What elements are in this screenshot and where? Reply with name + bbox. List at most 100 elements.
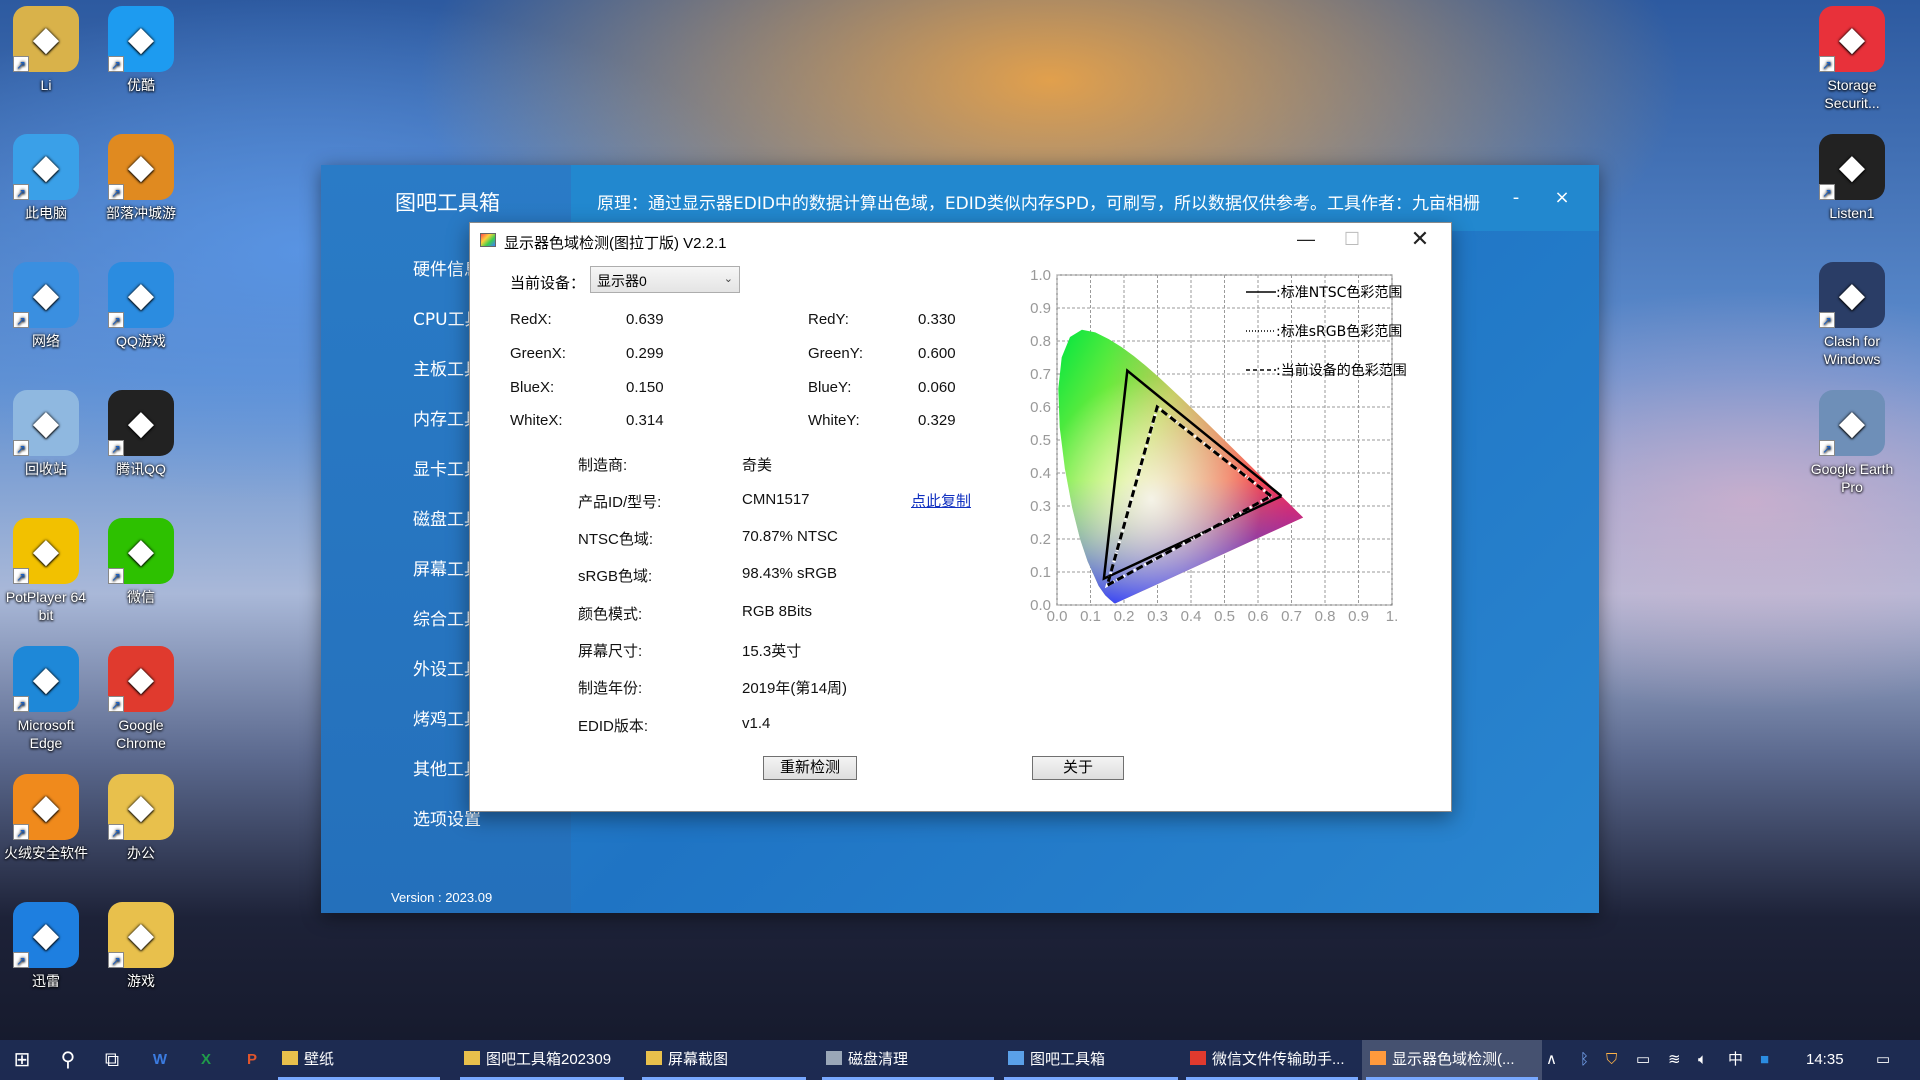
dialog-titlebar[interactable]: 显示器色域检测(图拉丁版) V2.2.1 — ☐ ✕ [470, 223, 1451, 259]
taskbar-task[interactable]: 磁盘清理 [818, 1040, 998, 1080]
desktop-icon-qq[interactable]: ◆ ↗ 腾讯QQ [95, 390, 187, 478]
desktop-icon-label: 部落冲城游 [106, 205, 176, 221]
y-tick-label: 0.2 [1030, 531, 1051, 548]
y-tick-label: 0.5 [1030, 432, 1051, 449]
desktop-icon-potplayer[interactable]: ◆ ↗ PotPlayer 64 bit [0, 518, 92, 624]
desktop-icon-label: 优酷 [127, 77, 155, 93]
volume-icon[interactable]: 🔈︎ [1698, 1040, 1707, 1080]
color-mode-value: RGB 8Bits [742, 603, 813, 620]
desktop-icon-chrome[interactable]: ◆ ↗ Google Chrome [95, 646, 187, 752]
desktop-icon-computer[interactable]: ◆ ↗ 此电脑 [0, 134, 92, 222]
y-tick-label: 0.7 [1030, 366, 1051, 383]
blue-y-value: 0.060 [918, 379, 956, 396]
desktop-icon-wechat[interactable]: ◆ ↗ 微信 [95, 518, 187, 606]
y-tick-label: 0.4 [1030, 465, 1051, 482]
chevron-down-icon: ⌄ [723, 273, 733, 285]
bluetooth-icon[interactable]: ᛒ [1580, 1040, 1589, 1080]
shortcut-arrow-icon: ↗ [13, 312, 29, 328]
desktop-icon-storage-security[interactable]: ◆ ↗ Storage Securit... [1806, 6, 1898, 112]
legend-label: :标准NTSC色彩范围 [1276, 284, 1402, 301]
desktop-icon-google-earth[interactable]: ◆ ↗ Google Earth Pro [1806, 390, 1898, 496]
desktop-icon-label: PotPlayer 64 bit [5, 589, 87, 623]
desktop-icon-label: 迅雷 [32, 973, 60, 989]
white-x-value: 0.314 [626, 412, 664, 429]
desktop-icon-listen1[interactable]: ◆ ↗ Listen1 [1806, 134, 1898, 222]
toolbox-minimize-button[interactable]: - [1503, 187, 1529, 208]
task-view-icon[interactable]: ⧉ [90, 1040, 134, 1080]
folder-icon: ◆ ↗ [108, 774, 174, 840]
x-tick-label: 1. [1386, 608, 1399, 625]
desktop-icon-game[interactable]: ◆ ↗ 部落冲城游 [95, 134, 187, 222]
about-button[interactable]: 关于 [1032, 756, 1124, 780]
legend-label: :当前设备的色彩范围 [1276, 362, 1407, 379]
shortcut-arrow-icon: ↗ [108, 696, 124, 712]
shortcut-arrow-icon: ↗ [108, 952, 124, 968]
desktop-icon-huorong[interactable]: ◆ ↗ 火绒安全软件 [0, 774, 92, 862]
taskbar-task-label: 微信文件传输助手... [1212, 1051, 1345, 1068]
desktop-icon-network[interactable]: ◆ ↗ 网络 [0, 262, 92, 350]
excel-icon[interactable]: X [184, 1040, 228, 1080]
shortcut-arrow-icon: ↗ [13, 56, 29, 72]
shortcut-arrow-icon: ↗ [1819, 440, 1835, 456]
y-tick-label: 0.0 [1030, 597, 1051, 614]
baidu-input-icon[interactable]: ■ [1760, 1040, 1769, 1080]
desktop-icon-folder[interactable]: ◆ ↗ 游戏 [95, 902, 187, 990]
battery-icon[interactable]: ▭ [1636, 1040, 1650, 1080]
shortcut-arrow-icon: ↗ [108, 568, 124, 584]
desktop-icon-label: 游戏 [127, 973, 155, 989]
desktop-icon-qq-game[interactable]: ◆ ↗ QQ游戏 [95, 262, 187, 350]
red-x-label: RedX: [510, 311, 552, 328]
desktop-icon-edge[interactable]: ◆ ↗ Microsoft Edge [0, 646, 92, 752]
powerpoint-icon[interactable]: P [230, 1040, 274, 1080]
toolbox-icon [1008, 1051, 1024, 1065]
shortcut-arrow-icon: ↗ [13, 952, 29, 968]
x-tick-label: 0.8 [1315, 608, 1336, 625]
desktop-icon-recycle-bin[interactable]: ◆ ↗ 回收站 [0, 390, 92, 478]
dialog-minimize-button[interactable]: — [1283, 223, 1329, 255]
taskbar-task[interactable]: 微信文件传输助手... [1182, 1040, 1362, 1080]
folder-icon: ◆ ↗ [108, 902, 174, 968]
red-x-value: 0.639 [626, 311, 664, 328]
desktop-icon-clash[interactable]: ◆ ↗ Clash for Windows [1806, 262, 1898, 368]
desktop-icon-folder[interactable]: ◆ ↗ 办公 [95, 774, 187, 862]
search-icon[interactable]: ⚲ [46, 1040, 90, 1080]
shortcut-arrow-icon: ↗ [13, 824, 29, 840]
potplayer-icon: ◆ ↗ [13, 518, 79, 584]
windows-start-icon[interactable]: ⊞ [0, 1040, 44, 1080]
edid-version-value: v1.4 [742, 715, 771, 732]
listen1-icon: ◆ ↗ [1819, 134, 1885, 200]
taskbar-task[interactable]: 壁纸 [274, 1040, 444, 1080]
recheck-button[interactable]: 重新检测 [763, 756, 857, 780]
desktop-icon-youku[interactable]: ◆ ↗ 优酷 [95, 6, 187, 94]
ntsc-gamut-value: 70.87% NTSC [742, 528, 838, 545]
taskbar-task[interactable]: 屏幕截图 [638, 1040, 810, 1080]
copy-link[interactable]: 点此复制 [911, 490, 971, 511]
clash-icon: ◆ ↗ [1819, 262, 1885, 328]
taskbar-task-label: 屏幕截图 [668, 1051, 729, 1068]
dialog-close-button[interactable]: ✕ [1397, 223, 1443, 255]
version-label: Version : 2023.09 [391, 890, 493, 905]
desktop-icon-user-folder[interactable]: ◆ ↗ Li [0, 6, 92, 94]
ime-indicator[interactable]: 中 [1728, 1040, 1743, 1080]
desktop-icon-label: Clash for Windows [1823, 333, 1881, 367]
taskbar-task[interactable]: 图吧工具箱202309 [456, 1040, 628, 1080]
desktop-icon-xunlei[interactable]: ◆ ↗ 迅雷 [0, 902, 92, 990]
shortcut-arrow-icon: ↗ [108, 440, 124, 456]
notification-icon[interactable]: ▭ [1876, 1040, 1890, 1080]
wifi-icon[interactable]: ≋ [1668, 1040, 1681, 1080]
security-shield-icon[interactable]: ⛉ [1606, 1040, 1617, 1080]
green-y-label: GreenY: [808, 345, 864, 362]
show-hidden-icons-icon[interactable]: ∧ [1546, 1040, 1557, 1080]
green-x-value: 0.299 [626, 345, 664, 362]
x-tick-label: 0.1 [1080, 608, 1101, 625]
device-select[interactable]: 显示器0 ⌄ [590, 266, 740, 293]
taskbar-task[interactable]: 图吧工具箱 [1000, 1040, 1182, 1080]
clock-time[interactable]: 14:35 [1806, 1040, 1844, 1080]
edge-icon: ◆ ↗ [13, 646, 79, 712]
dialog-maximize-button[interactable]: ☐ [1329, 223, 1375, 255]
taskbar-task[interactable]: 显示器色域检测(... [1362, 1040, 1542, 1080]
word-icon[interactable]: W [138, 1040, 182, 1080]
desktop-icon-label: 微信 [127, 589, 155, 605]
toolbox-close-button[interactable]: × [1549, 187, 1575, 208]
white-x-label: WhiteX: [510, 412, 563, 429]
